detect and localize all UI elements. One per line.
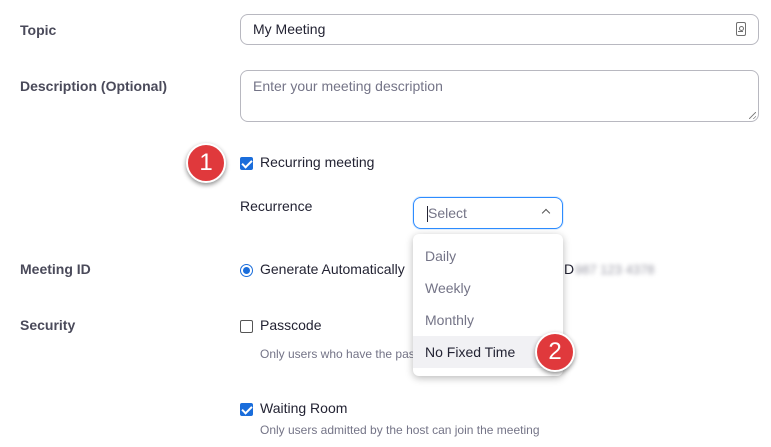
recurring-meeting-checkbox[interactable]	[240, 157, 253, 170]
step-1-badge: 1	[186, 143, 226, 183]
recurrence-select-value: Select	[428, 205, 467, 221]
resize-grip-icon[interactable]	[749, 112, 756, 119]
personal-meeting-id-blurred: 987 123 4378	[575, 262, 655, 277]
recurrence-select[interactable]: Select	[413, 197, 563, 229]
waiting-room-hint: Only users admitted by the host can join…	[260, 423, 540, 437]
description-input[interactable]: Enter your meeting description	[240, 70, 759, 122]
recurrence-option-daily[interactable]: Daily	[413, 240, 563, 272]
recurring-meeting-label[interactable]: Recurring meeting	[260, 154, 374, 170]
waiting-room-label[interactable]: Waiting Room	[260, 400, 347, 416]
topic-label: Topic	[20, 22, 57, 38]
topic-value: My Meeting	[253, 21, 326, 37]
recurrence-option-weekly[interactable]: Weekly	[413, 272, 563, 304]
meeting-id-label: Meeting ID	[20, 261, 91, 277]
waiting-room-checkbox[interactable]	[240, 403, 253, 416]
security-label: Security	[20, 317, 76, 333]
generate-automatically-radio[interactable]	[240, 264, 253, 277]
topic-input[interactable]: My Meeting	[240, 14, 759, 45]
chevron-up-icon	[541, 208, 551, 218]
description-placeholder: Enter your meeting description	[253, 78, 443, 94]
passcode-hint: Only users who have the pass	[260, 347, 421, 361]
contact-card-icon	[736, 22, 746, 36]
generate-automatically-label[interactable]: Generate Automatically	[260, 261, 405, 277]
recurrence-label: Recurrence	[240, 198, 313, 214]
personal-id-partial-label: D	[564, 261, 575, 277]
passcode-label[interactable]: Passcode	[260, 317, 321, 333]
schedule-meeting-form: Topic My Meeting Description (Optional) …	[0, 0, 771, 447]
recurrence-option-monthly[interactable]: Monthly	[413, 304, 563, 336]
step-2-badge: 2	[535, 332, 575, 372]
passcode-checkbox[interactable]	[240, 320, 253, 333]
description-label: Description (Optional)	[20, 78, 167, 94]
